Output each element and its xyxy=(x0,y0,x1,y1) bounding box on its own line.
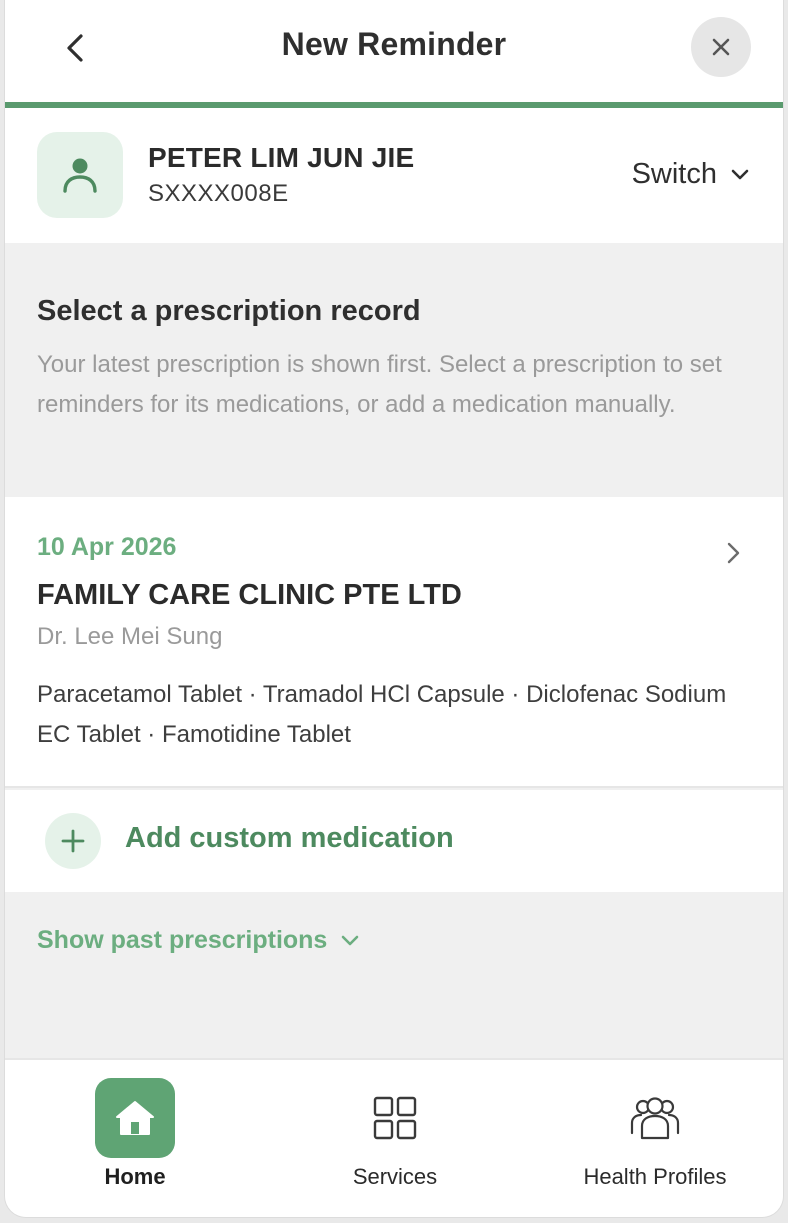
chevron-right-icon xyxy=(727,542,740,564)
people-icon xyxy=(630,1097,680,1140)
grid-icon xyxy=(373,1096,417,1140)
user-icon xyxy=(63,158,97,193)
medication-list: Paracetamol Tablet · Tramadol HCl Capsul… xyxy=(37,681,727,748)
close-icon xyxy=(712,38,730,56)
plus-icon-circle xyxy=(45,813,101,869)
patient-card: PETER LIM JUN JIE SXXXX008E Switch xyxy=(5,108,783,243)
grid-icon-box xyxy=(355,1078,435,1158)
app-frame: New Reminder PETER LIM JUN JIE SXXXX008E… xyxy=(4,0,784,1218)
patient-name: PETER LIM JUN JIE xyxy=(148,142,415,173)
home-icon xyxy=(116,1101,154,1135)
prescription-card[interactable]: 10 Apr 2026 FAMILY CARE CLINIC PTE LTD D… xyxy=(5,497,783,788)
nav-item-home[interactable]: Home xyxy=(5,1060,265,1217)
show-past-prescriptions-link[interactable]: Show past prescriptions xyxy=(37,926,359,955)
avatar xyxy=(37,132,123,218)
section-heading: Select a prescription record xyxy=(37,295,421,327)
nav-item-health-profiles[interactable]: Health Profiles xyxy=(525,1060,783,1217)
switch-label: Switch xyxy=(631,158,717,190)
section-description: Your latest prescription is shown first.… xyxy=(37,351,722,418)
add-custom-medication-label: Add custom medication xyxy=(125,822,454,854)
add-custom-medication-button[interactable]: Add custom medication xyxy=(5,790,783,892)
nav-label-services: Services xyxy=(352,1164,438,1189)
chevron-down-icon xyxy=(731,169,749,179)
home-icon-box xyxy=(95,1078,175,1158)
chevron-down-icon xyxy=(342,935,359,945)
patient-id: SXXXX008E xyxy=(148,180,289,207)
prescription-date: 10 Apr 2026 xyxy=(37,533,177,561)
switch-patient-button[interactable]: Switch xyxy=(632,158,749,191)
close-button[interactable] xyxy=(691,17,751,77)
page-title: New Reminder xyxy=(281,26,507,62)
doctor-name: Dr. Lee Mei Sung xyxy=(37,623,223,650)
header: New Reminder xyxy=(5,0,783,102)
bottom-nav: Home Services Health Profiles xyxy=(5,1058,783,1217)
people-icon-box xyxy=(615,1078,695,1158)
plus-icon xyxy=(61,829,85,853)
clinic-name: FAMILY CARE CLINIC PTE LTD xyxy=(37,579,462,611)
nav-label-health-profiles: Health Profiles xyxy=(583,1164,727,1189)
show-past-prescriptions-label: Show past prescriptions xyxy=(37,926,328,954)
intro-section: Select a prescription record Your latest… xyxy=(5,243,783,497)
nav-item-services[interactable]: Services xyxy=(265,1060,525,1217)
nav-label-home: Home xyxy=(104,1164,166,1189)
